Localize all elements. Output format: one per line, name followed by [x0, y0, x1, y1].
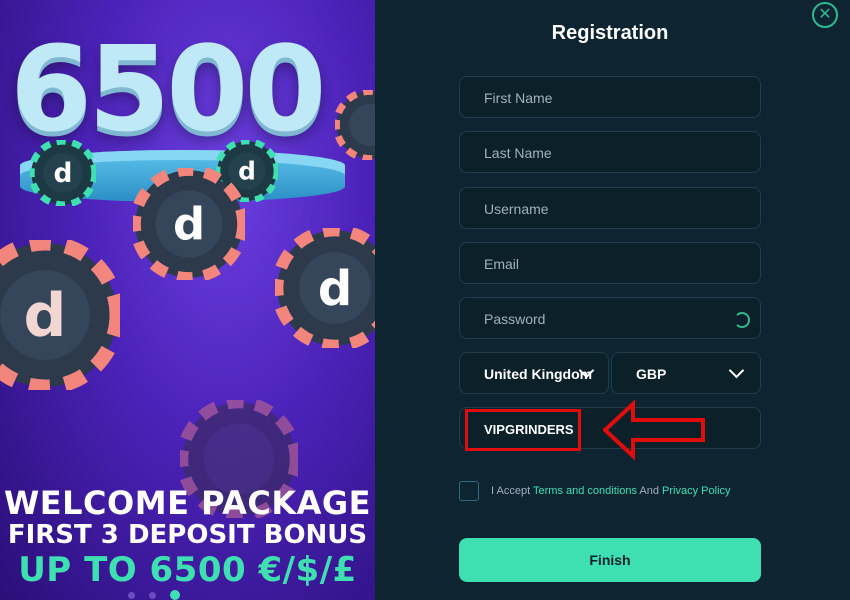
last-name-field[interactable]: Last Name	[459, 131, 761, 173]
consent-and: And	[639, 485, 659, 497]
registration-form: ✕ Registration First Name Last Name User…	[375, 0, 850, 600]
country-value: United Kingdom	[484, 366, 593, 382]
password-placeholder: Password	[484, 311, 546, 327]
email-placeholder: Email	[484, 256, 520, 272]
carousel-dot-active[interactable]	[170, 590, 180, 600]
currency-select[interactable]: GBP	[611, 352, 761, 394]
promo-amount: 6500	[10, 20, 326, 158]
username-placeholder: Username	[484, 201, 549, 217]
first-name-placeholder: First Name	[484, 90, 553, 106]
privacy-link[interactable]: Privacy Policy	[662, 485, 730, 497]
carousel-dots[interactable]	[128, 590, 180, 600]
poker-chip-icon	[335, 90, 375, 160]
promo-headline: WELCOME PACKAGE	[3, 484, 372, 522]
svg-text:d: d	[318, 261, 352, 317]
promo-subheadline: FIRST 3 DEPOSIT BONUS	[7, 520, 368, 550]
welcome-promo-banner: 6500 d d d d d WELCOME PACKAGE FIRST 3 D…	[0, 0, 375, 600]
country-select[interactable]: United Kingdom	[459, 352, 609, 394]
eye-icon[interactable]	[734, 312, 750, 328]
poker-chip-icon: d	[30, 140, 96, 206]
close-icon: ✕	[818, 6, 832, 23]
svg-text:d: d	[173, 198, 205, 251]
poker-chip-icon: d	[275, 228, 375, 348]
consent-prefix: I Accept	[491, 485, 531, 497]
last-name-placeholder: Last Name	[484, 145, 552, 161]
consent-text: I Accept Terms and conditions And Privac…	[491, 485, 731, 497]
annotation-highlight-box	[465, 409, 581, 451]
poker-chip-icon: d	[0, 240, 120, 390]
terms-checkbox[interactable]	[459, 481, 479, 501]
svg-text:d: d	[24, 281, 67, 351]
currency-value: GBP	[636, 366, 667, 382]
finish-button[interactable]: Finish	[459, 538, 761, 582]
annotation-arrow-icon	[603, 400, 705, 460]
carousel-dot[interactable]	[149, 592, 156, 599]
chevron-down-icon	[728, 362, 745, 379]
form-title: Registration	[551, 22, 669, 44]
password-field[interactable]: Password	[459, 297, 761, 339]
poker-chip-icon: d	[133, 168, 245, 280]
registration-modal: 6500 d d d d d WELCOME PACKAGE FIRST 3 D…	[0, 0, 850, 600]
first-name-field[interactable]: First Name	[459, 76, 761, 118]
email-field[interactable]: Email	[459, 242, 761, 284]
promo-bonus-amount: UP TO 6500 €/$/£	[18, 550, 357, 590]
terms-link[interactable]: Terms and conditions	[533, 485, 637, 497]
svg-text:d: d	[54, 158, 73, 189]
carousel-dot[interactable]	[128, 592, 135, 599]
username-field[interactable]: Username	[459, 187, 761, 229]
